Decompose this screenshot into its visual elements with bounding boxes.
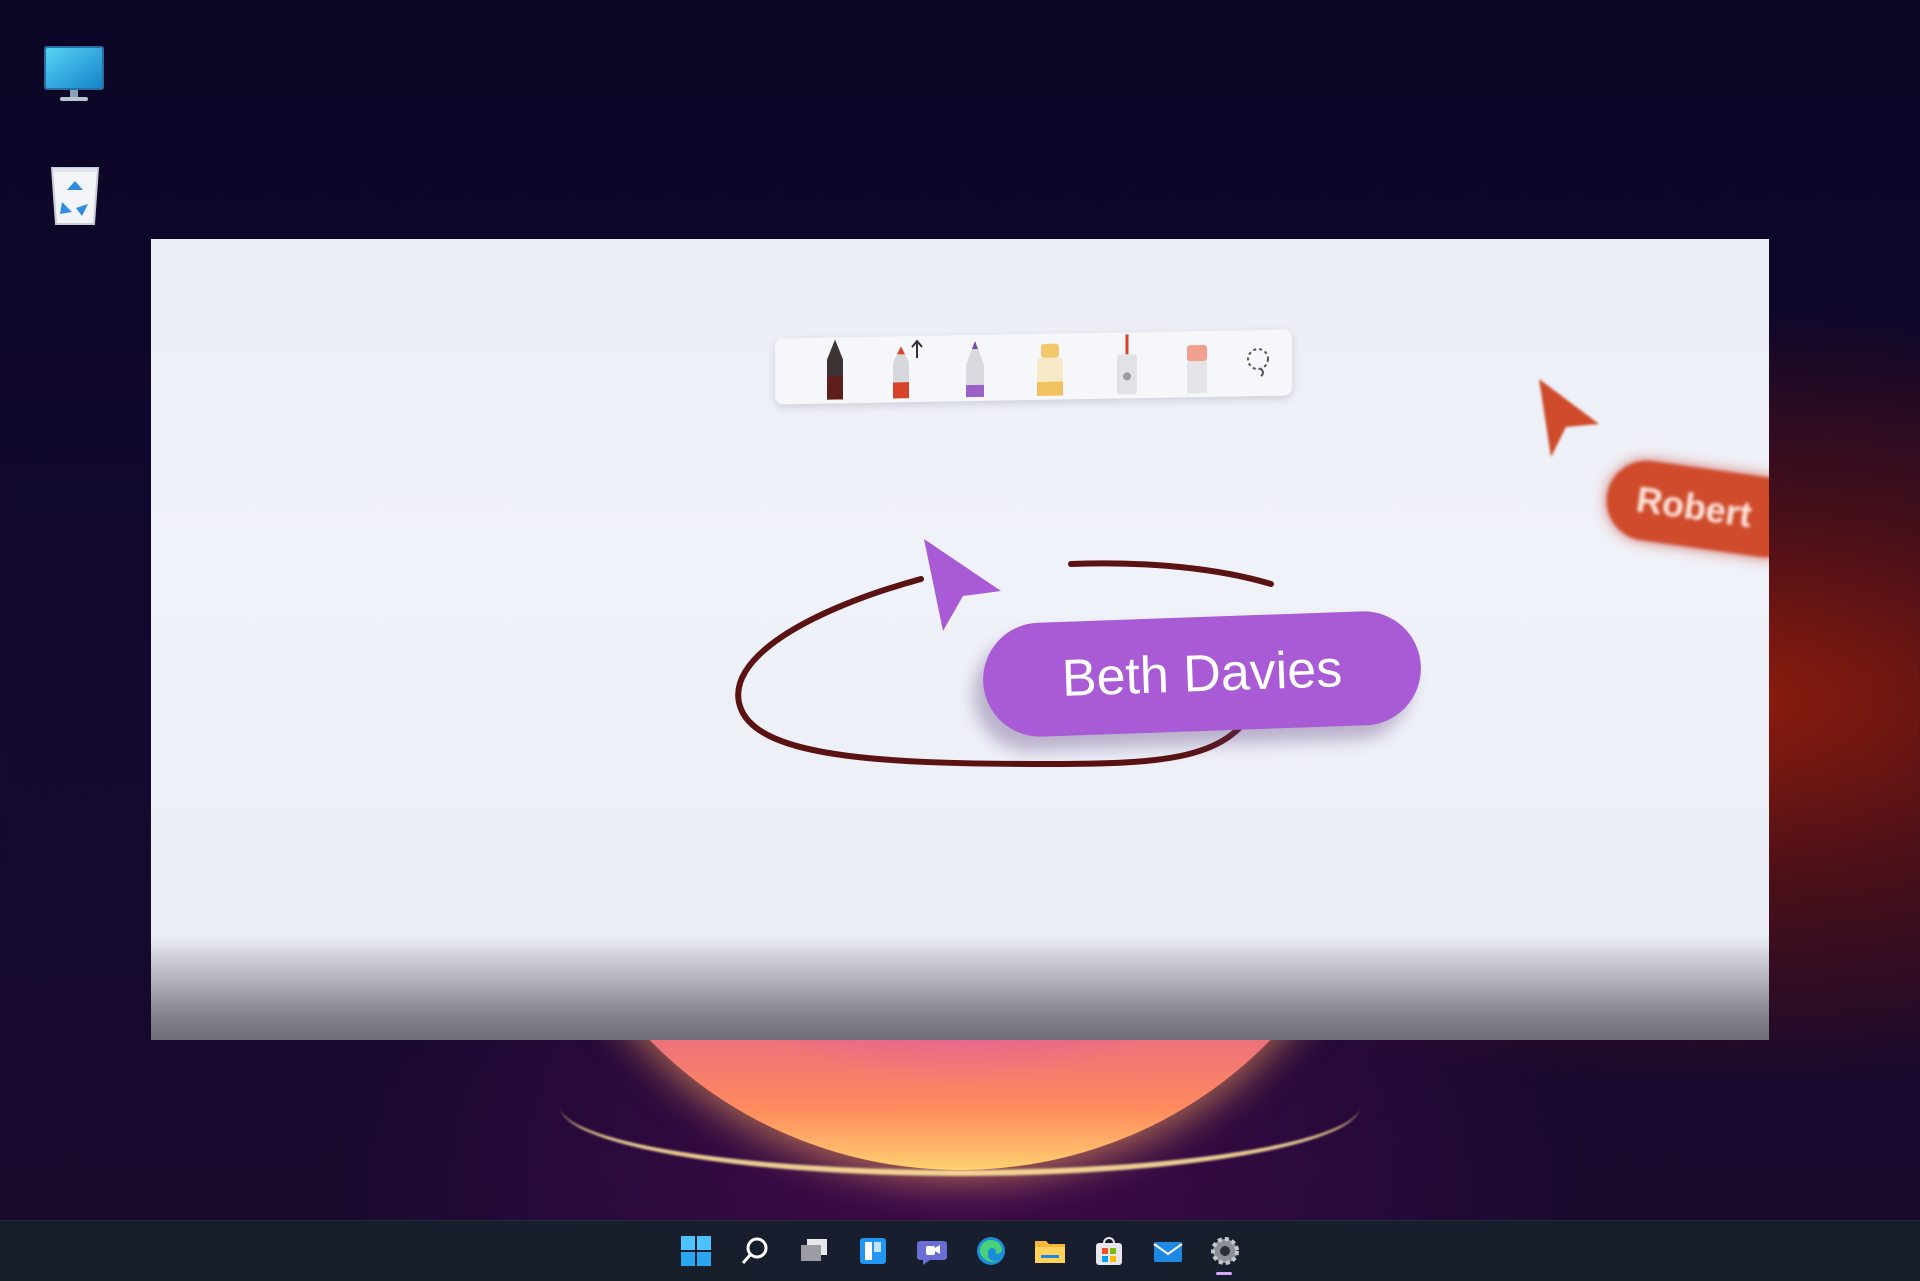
taskbar: [0, 1220, 1920, 1281]
task-view-icon[interactable]: [794, 1231, 834, 1271]
wallpaper-bloom-rim: [560, 1100, 1360, 1176]
collaboration-preview-window: Beth Davies Robert: [151, 239, 1769, 1040]
cursor-name-beth: Beth Davies: [981, 609, 1423, 739]
start-icon[interactable]: [676, 1231, 716, 1271]
search-icon[interactable]: [735, 1231, 775, 1271]
teams-chat-icon[interactable]: [912, 1231, 952, 1271]
beth-cursor-icon: [924, 539, 1001, 631]
robert-cursor-icon: [1539, 379, 1599, 457]
window-bottom-shade: [151, 935, 1769, 1040]
file-explorer-icon[interactable]: [1030, 1231, 1070, 1271]
store-icon[interactable]: [1089, 1231, 1129, 1271]
widgets-icon[interactable]: [853, 1231, 893, 1271]
settings-icon[interactable]: [1205, 1231, 1245, 1271]
recycle-bin-icon[interactable]: [40, 160, 110, 230]
edge-icon[interactable]: [971, 1231, 1011, 1271]
active-app-indicator: [1216, 1272, 1232, 1275]
this-pc-icon[interactable]: [40, 40, 110, 110]
ink-stroke-top: [1068, 560, 1274, 587]
mail-icon[interactable]: [1148, 1231, 1188, 1271]
